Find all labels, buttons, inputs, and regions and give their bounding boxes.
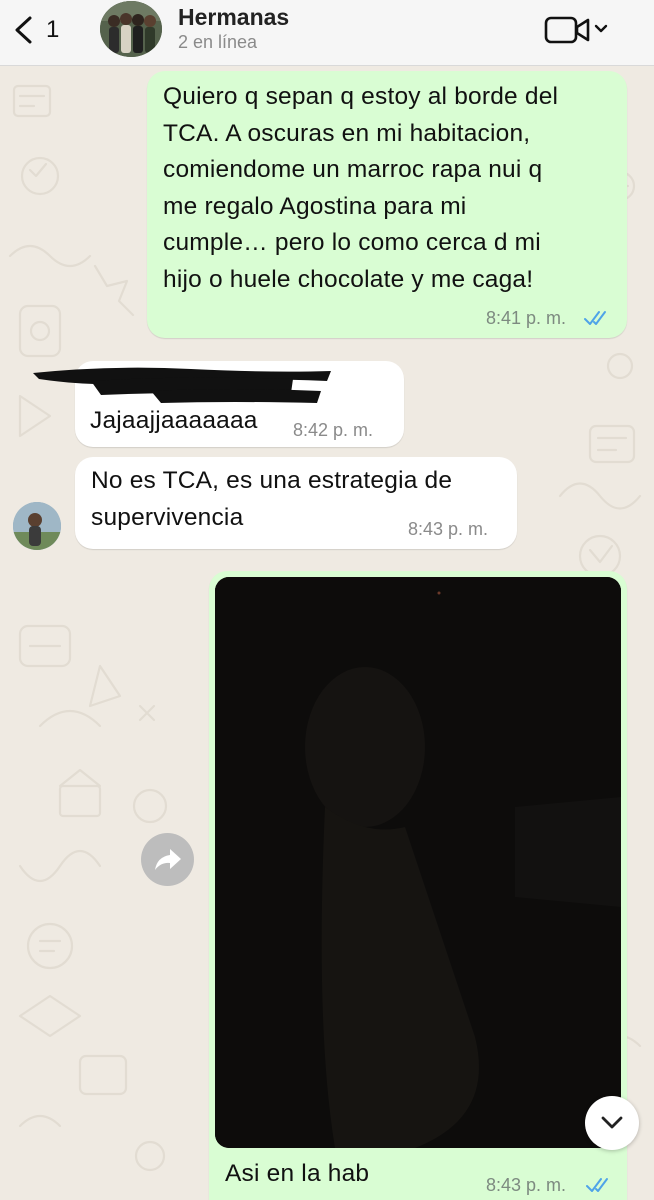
group-photo [100,1,162,57]
message-bubble-incoming[interactable]: No es TCA, es una estrategia de superviv… [75,457,517,549]
online-status: 2 en línea [178,32,258,52]
message-time: 8:42 p. m. [293,420,374,440]
message-line: No es TCA, es una estrategia de [91,467,453,494]
chevron-left-icon [15,16,32,44]
message-line: cumple… pero lo como cerca d mi [163,229,541,256]
message-time: 8:43 p. m. [408,519,489,539]
message-line: Quiero q sepan q estoy al borde del [163,83,559,110]
message-text: Quiero q sepan q estoy al borde del TCA.… [163,79,623,298]
message-line: me regalo Agostina para mi [163,192,467,220]
message-line: comiendome un marroc rapa nui q [163,156,543,183]
message-time: 8:41 p. m. [486,308,567,328]
video-call-button[interactable] [544,14,614,46]
double-check-icon [584,311,606,325]
forward-button[interactable] [141,833,194,886]
video-camera-icon [544,16,608,44]
sender-photo [13,502,61,550]
message-text: Jajaajjaaaaaaa [90,407,258,434]
message-time: 8:43 p. m. [486,1175,567,1195]
dark-room-photo [215,577,621,1148]
image-caption: Asi en la hab [225,1160,370,1187]
message-line: hijo o huele chocolate y me caga! [163,265,534,293]
scroll-to-bottom-button[interactable] [585,1096,639,1150]
chat-header: 1 Hermanas 2 en línea [0,0,654,66]
group-name[interactable]: Hermanas [178,4,289,31]
group-avatar[interactable] [100,1,162,57]
unread-count: 1 [46,16,60,43]
double-check-icon [586,1178,608,1192]
message-bubble-incoming[interactable]: Jajaajjaaaaaaa 8:42 p. m. [33,361,404,447]
message-line: TCA. A oscuras en mi habitacion, [163,119,531,147]
back-button[interactable]: 1 [12,14,68,46]
message-photo[interactable] [215,577,621,1148]
sender-avatar[interactable] [13,502,61,550]
forward-icon [154,848,181,870]
message-bubble-outgoing[interactable]: Quiero q sepan q estoy al borde del TCA.… [147,71,627,338]
chevron-down-icon [601,1116,623,1129]
